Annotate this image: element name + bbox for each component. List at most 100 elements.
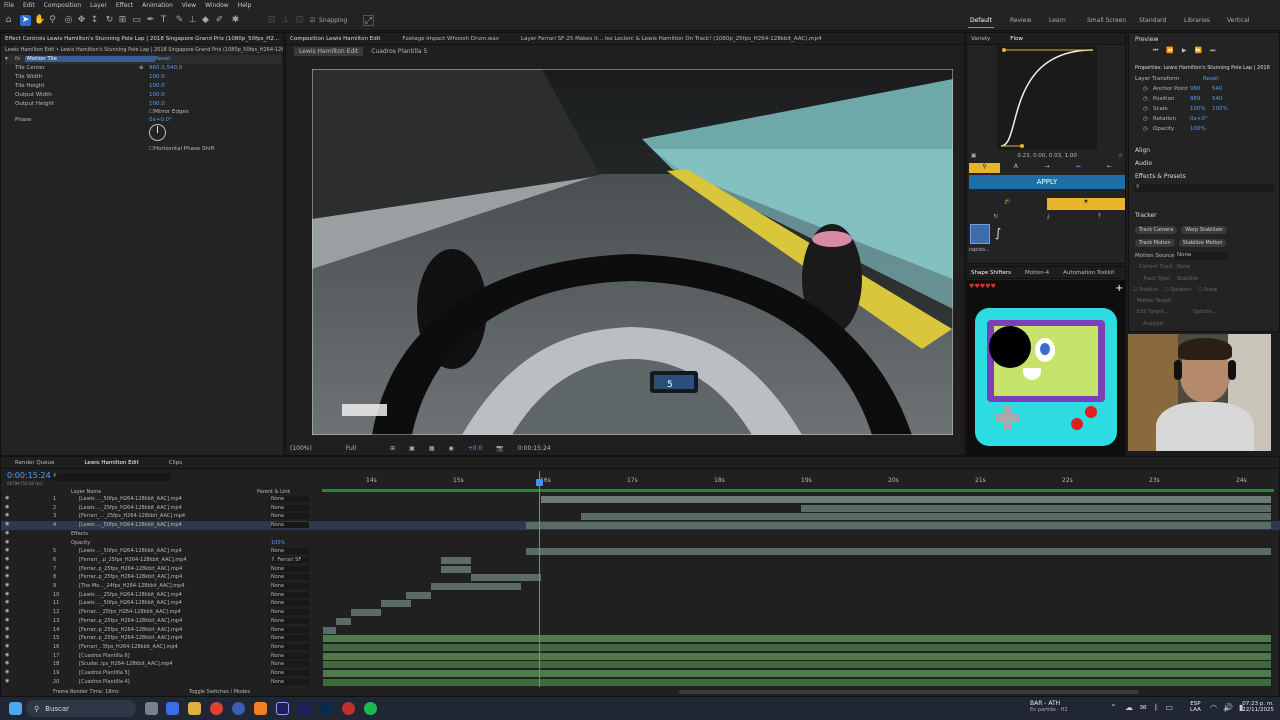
favorites-icon[interactable]: ★: [1047, 198, 1125, 210]
timeline-layer-row[interactable]: ◉ 13 [Ferrar..p_25fps_H264-128kbit_AAC].mp…: [1, 617, 1280, 626]
expand-chevron-icon[interactable]: ▾: [5, 56, 15, 62]
current-track-value[interactable]: None: [1177, 264, 1190, 270]
layer-name[interactable]: [Ferrar..p_25fps_H264-128kbit_AAC].mp4: [79, 635, 182, 641]
parent-select[interactable]: None: [271, 591, 309, 598]
menu-composition[interactable]: Composition: [44, 2, 81, 9]
workspace-vertical[interactable]: Vertical: [1227, 17, 1249, 24]
transparency-icon[interactable]: ▦: [429, 445, 435, 452]
timeline-layer-row[interactable]: ◉ 3 [Ferrari_..._25fps_H264-128kbit_AAC].m…: [1, 512, 1280, 521]
layer-duration-bar[interactable]: [323, 661, 1271, 669]
tab-composition[interactable]: Composition Lewis Hamilton Edit: [290, 36, 380, 42]
edit-target-button[interactable]: Edit Target...: [1137, 309, 1169, 315]
workspace-libraries[interactable]: Libraries: [1184, 17, 1210, 24]
effect-motion-tile-row[interactable]: ▾ fx Motion Tile Reset: [5, 55, 281, 64]
preset-thumbnail[interactable]: [970, 224, 990, 244]
layer-name[interactable]: Opacity: [71, 540, 90, 546]
prop-value-2[interactable]: 540: [1212, 96, 1223, 102]
layer-name[interactable]: [Lewis ..._50fps_H264-128kbit_AAC].mp4: [79, 548, 182, 554]
timeline-layer-row[interactable]: ◉ 6 [Ferrari_..p_25fps_H264-128kbit_AAC].m…: [1, 556, 1280, 565]
toggle-switches-modes[interactable]: Toggle Switches / Modes: [189, 689, 250, 695]
cloud-icon[interactable]: ☁: [1125, 703, 1133, 712]
stabilize-motion-button[interactable]: Stabilize Motion: [1178, 239, 1227, 247]
chat-icon[interactable]: ✉: [1140, 703, 1147, 712]
library-icon[interactable]: 🎓: [969, 198, 1047, 210]
stopwatch-icon[interactable]: ◷: [1143, 126, 1153, 132]
timeline-layer-row[interactable]: ◉ 8 [Ferrar..p_25fps_H264-128kbit_AAC].mp4…: [1, 573, 1280, 582]
track-motion-button[interactable]: Track Motion: [1135, 239, 1175, 247]
timeline-layer-row[interactable]: ◉ 12 [Ferrar..._25fps_H264-128kbit_AAC].mp…: [1, 608, 1280, 617]
text-mode-button[interactable]: A: [1000, 163, 1031, 173]
photoshop-icon[interactable]: [320, 702, 333, 715]
timeline-search-input[interactable]: ⚲: [51, 473, 171, 481]
layer-duration-bar[interactable]: [323, 678, 1271, 686]
track-camera-button[interactable]: Track Camera: [1135, 226, 1178, 234]
pen-tool-icon[interactable]: ✒: [145, 15, 156, 26]
layer-name[interactable]: [Ferrari_..p_25fps_H264-128kbit_AAC].mp4: [79, 557, 187, 563]
subtab-lewis-hamilton-edit[interactable]: Lewis Hamilton Edit: [294, 46, 364, 56]
prop-value-1[interactable]: 960: [1190, 86, 1212, 92]
align-section[interactable]: Align: [1135, 147, 1150, 154]
menu-animation[interactable]: Animation: [142, 2, 173, 9]
layer-duration-bar[interactable]: [526, 522, 1271, 530]
layer-duration-bar[interactable]: [441, 565, 471, 573]
star-icon[interactable]: ☆: [1118, 153, 1123, 159]
snap-options-icon[interactable]: ⤢: [363, 15, 374, 26]
layer-duration-bar[interactable]: [526, 548, 1271, 556]
tab-footage[interactable]: Footage Impact Whoosh Drum.wav: [402, 36, 499, 42]
prop-value-2[interactable]: 540: [1212, 86, 1223, 92]
ease-both-button[interactable]: ↔: [1063, 163, 1094, 173]
visibility-eye-icon[interactable]: ◉: [5, 556, 9, 562]
easing-curve-graph[interactable]: [997, 46, 1097, 150]
workspace-review[interactable]: Review: [1010, 17, 1031, 24]
parent-select[interactable]: None: [271, 565, 309, 572]
sports-widget[interactable]: BAR - ATH En partido · H2: [1030, 700, 1100, 713]
playhead-handle[interactable]: [536, 479, 543, 486]
layer-name[interactable]: [Ferrari_..._25fps_H264-128kbit_AAC].mp4: [79, 513, 185, 519]
work-area-bar[interactable]: [322, 489, 1274, 492]
visibility-eye-icon[interactable]: ◉: [5, 582, 9, 588]
layer-name[interactable]: [Lewis ..._50fps_H264-128kbit_AAC].mp4: [79, 522, 182, 528]
tab-variety[interactable]: Variety: [971, 36, 990, 42]
scale-checkbox[interactable]: ☐ Scale: [1198, 287, 1218, 293]
refresh-icon[interactable]: ↻: [993, 213, 998, 221]
stopwatch-icon[interactable]: ◷: [1143, 116, 1153, 122]
layer-duration-bar[interactable]: [336, 617, 351, 625]
effect-controls-tab[interactable]: Effect Controls Lewis Hamilton's Stunnin…: [5, 36, 279, 42]
grid-icon[interactable]: ⊞: [390, 445, 395, 452]
wifi-icon[interactable]: ◠: [1210, 703, 1217, 712]
transform-reset-link[interactable]: Reset: [1203, 76, 1218, 82]
parent-select[interactable]: None: [271, 652, 309, 659]
zoom-dropdown[interactable]: (100%): [290, 445, 312, 452]
channel-icon[interactable]: ◉: [448, 445, 453, 452]
tab-motion-4[interactable]: Motion-4: [1025, 270, 1049, 276]
puppet-tool-icon[interactable]: ✱: [230, 15, 241, 26]
timeline-layer-row[interactable]: ◉ 9 [The Mo..._24fps_H264-128kbit_AAC].mp4…: [1, 582, 1280, 591]
next-frame-icon[interactable]: ⏩: [1195, 47, 1202, 55]
blender-icon[interactable]: [254, 702, 267, 715]
crosshair-icon[interactable]: ⊕: [139, 65, 149, 71]
parent-select[interactable]: None: [271, 626, 309, 633]
pan-tool-icon[interactable]: ✥: [76, 15, 87, 26]
resolution-dropdown[interactable]: Full: [346, 445, 356, 452]
timeline-layer-row[interactable]: ◉ 17 [Cuadros Plantilla 6] None: [1, 652, 1280, 661]
workspace-learn[interactable]: Learn: [1049, 17, 1066, 24]
roto-tool-icon[interactable]: ✐: [214, 15, 225, 26]
file-explorer-icon[interactable]: [188, 702, 201, 715]
visibility-eye-icon[interactable]: ◉: [5, 495, 9, 501]
layer-duration-bar[interactable]: [801, 504, 1271, 512]
layer-name[interactable]: [Lewis ..._25fps_H264-128kbit_AAC].mp4: [79, 505, 182, 511]
align-center-icon[interactable]: ⊥: [280, 15, 291, 26]
parent-select[interactable]: None: [271, 496, 309, 502]
layer-name[interactable]: [Ferrar..._25fps_H264-128kbit_AAC].mp4: [79, 609, 181, 615]
shape-shifters-canvas[interactable]: ♥♥♥♥♥ +: [967, 280, 1125, 456]
layer-duration-bar[interactable]: [323, 670, 1271, 677]
menu-window[interactable]: Window: [205, 2, 229, 9]
effects-search-input[interactable]: ⚲: [1134, 184, 1274, 192]
visibility-eye-icon[interactable]: ◉: [5, 591, 9, 597]
position-checkbox[interactable]: ☑ Position: [1133, 287, 1159, 293]
premiere-icon[interactable]: [298, 702, 311, 715]
visibility-eye-icon[interactable]: ◉: [5, 504, 9, 510]
tab-render-queue[interactable]: Render Queue: [15, 460, 54, 466]
layer-name[interactable]: [Ferrar..p_25fps_H264-128kbit_AAC].mp4: [79, 627, 182, 633]
visibility-eye-icon[interactable]: ◉: [5, 660, 9, 666]
